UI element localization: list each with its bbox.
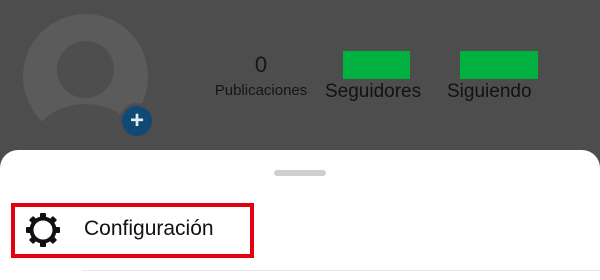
posts-count: 0 — [254, 52, 268, 77]
sheet-drag-handle[interactable] — [274, 170, 326, 176]
menu-item-settings[interactable]: Configuración — [11, 203, 254, 258]
following-label[interactable]: Siguiendo — [447, 81, 532, 103]
followers-count-redaction — [343, 51, 410, 79]
avatar-head-shape — [57, 41, 114, 98]
posts-stat[interactable]: 0 Publicaciones — [205, 52, 317, 99]
posts-label: Publicaciones — [214, 82, 308, 99]
add-photo-button[interactable]: + — [119, 103, 155, 139]
profile-header: + 0 Publicaciones Seguidores Siguiendo — [0, 0, 600, 150]
gear-icon — [26, 213, 60, 247]
menu-item-settings-label: Configuración — [84, 217, 214, 240]
bottom-sheet: Configuración — [0, 150, 600, 280]
menu-divider — [82, 270, 600, 271]
followers-label[interactable]: Seguidores — [325, 81, 421, 103]
plus-icon: + — [129, 107, 144, 134]
following-count-redaction — [460, 51, 538, 79]
